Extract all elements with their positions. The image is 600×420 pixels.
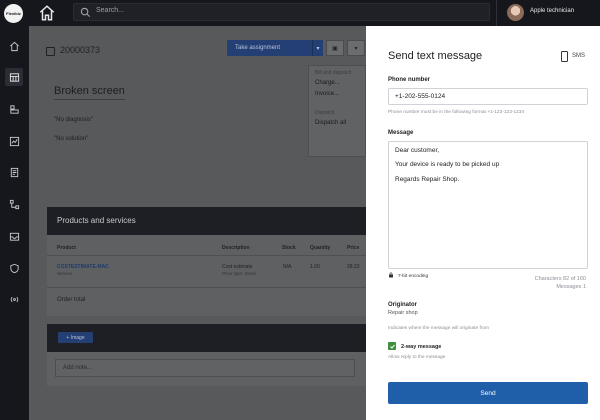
row-divider: [47, 287, 366, 288]
print-button[interactable]: ▣: [326, 40, 344, 56]
search-input[interactable]: Search...: [96, 7, 124, 14]
more-button[interactable]: ▾: [347, 40, 365, 56]
product-description-sub: Price type: Stock: [222, 271, 256, 276]
inbox-icon: [9, 232, 19, 241]
app-logo-text: Flexibiz: [6, 11, 21, 16]
product-sub: Service: [57, 271, 73, 276]
send-label: Send: [480, 389, 496, 397]
add-image-button[interactable]: + Image: [58, 332, 93, 343]
order-total-label: Order total: [57, 297, 86, 303]
sidebar-item-inventory[interactable]: [5, 100, 23, 118]
dropdown-item-invoice[interactable]: Invoice...: [315, 91, 339, 97]
add-image-label: + Image: [66, 334, 85, 341]
send-button[interactable]: Send: [388, 382, 588, 404]
products-section: Products and services Product Descriptio…: [47, 207, 366, 316]
column-header-price: Price: [347, 245, 360, 251]
boxes-icon: [9, 104, 19, 114]
dropdown-header: Bill and dispatch: [315, 70, 352, 76]
phone-field[interactable]: +1-202-555-0124: [388, 88, 588, 105]
sidebar: [0, 26, 29, 420]
product-price[interactable]: 28.23: [347, 264, 360, 270]
user-divider: [496, 0, 497, 26]
sidebar-item-tickets[interactable]: [5, 68, 23, 86]
sidebar-item-workflow[interactable]: [5, 195, 23, 213]
user-name[interactable]: Apple technician: [530, 8, 574, 14]
solution-text: "No solution": [54, 136, 89, 142]
two-way-hint: Allow reply to the message: [388, 355, 446, 360]
shield-icon: [9, 263, 19, 273]
grid-icon: [9, 72, 19, 82]
product-stock: N/A: [283, 264, 292, 270]
chevron-down-icon: ▾: [354, 45, 358, 52]
printer-icon: ▣: [332, 45, 338, 52]
row-divider: [47, 255, 366, 256]
message-line: Your device is ready to be picked up: [395, 161, 500, 168]
broadcast-icon: [10, 296, 18, 302]
note-input[interactable]: Add note...: [55, 359, 355, 377]
originator-hint: Indicates where the message will origina…: [388, 326, 490, 331]
message-count: Messages 1: [556, 284, 586, 290]
column-header-quantity: Quantity: [310, 245, 331, 251]
two-way-label: 2-way message: [401, 344, 442, 350]
products-header: Products and services: [47, 207, 366, 235]
panel-title: Send text message: [388, 50, 483, 62]
actions-dropdown: Bill and dispatch Charge... Invoice... D…: [308, 65, 366, 157]
ticket-icon: [46, 47, 55, 56]
diagnosis-text: "No diagnosis": [54, 117, 93, 123]
take-assignment-button[interactable]: Take assignment: [227, 40, 312, 56]
sidebar-item-reports[interactable]: [5, 132, 23, 150]
chart-icon: [9, 136, 19, 146]
app-logo[interactable]: Flexibiz: [4, 4, 23, 23]
home-icon: [9, 41, 19, 51]
channel-label: SMS: [572, 53, 586, 59]
ticket-view: 20000373 Take assignment ▾ ▣ ▾ Bill and …: [29, 26, 366, 420]
character-count: Characters 82 of 160: [534, 276, 586, 282]
take-assignment-label: Take assignment: [235, 45, 281, 51]
search-box[interactable]: Search...: [73, 3, 490, 21]
originator-label: Originator: [388, 302, 418, 308]
phone-icon: [561, 51, 568, 62]
sidebar-item-security[interactable]: [5, 259, 23, 277]
message-label: Message: [388, 130, 414, 136]
top-bar: Flexibiz Search... Apple technician: [0, 0, 600, 26]
sidebar-item-inbox[interactable]: [5, 227, 23, 245]
column-header-stock: Stock: [282, 245, 296, 251]
column-header-product: Product: [57, 245, 76, 251]
notes-section: + Image Add note...: [47, 324, 366, 386]
document-icon: [10, 167, 18, 177]
column-header-description: Description: [222, 245, 250, 251]
message-textarea[interactable]: Dear customer, Your device is ready to b…: [388, 141, 588, 269]
send-text-panel: Send text message SMS Phone number +1-20…: [366, 26, 600, 420]
encoding-label: 7-bit encoding: [398, 274, 429, 279]
flow-icon: [9, 199, 19, 209]
phone-hint: Phone number must be in the following fo…: [388, 110, 525, 115]
message-line: Dear customer,: [395, 147, 440, 154]
dropdown-section: Dispatch: [315, 110, 335, 116]
notes-header: + Image: [47, 324, 366, 352]
message-line: Regards Repair Shop.: [395, 176, 460, 183]
originator-value[interactable]: Repair shop: [388, 310, 418, 316]
phone-label: Phone number: [388, 77, 431, 83]
product-quantity[interactable]: 1.00: [310, 264, 320, 270]
note-placeholder: Add note...: [63, 365, 93, 371]
checkmark-icon: [389, 344, 395, 349]
sidebar-item-broadcast[interactable]: [5, 290, 23, 308]
products-title: Products and services: [57, 216, 136, 225]
lock-icon: [389, 272, 393, 278]
dropdown-item-charge[interactable]: Charge...: [315, 80, 340, 86]
two-way-checkbox[interactable]: [388, 342, 396, 350]
home-icon[interactable]: [38, 4, 56, 22]
take-assignment-menu-button[interactable]: ▾: [312, 40, 323, 56]
dropdown-item-dispatch[interactable]: Dispatch all: [315, 120, 346, 126]
search-icon: [80, 7, 91, 18]
product-description: Cost estimate: [222, 264, 253, 270]
sidebar-item-home[interactable]: [5, 37, 23, 55]
sidebar-item-documents[interactable]: [5, 163, 23, 181]
product-link[interactable]: COSTESTIMATE-MAC: [57, 264, 109, 270]
avatar[interactable]: [507, 4, 524, 21]
ticket-id: 20000373: [60, 45, 101, 55]
device-title: Broken screen: [54, 85, 125, 100]
phone-value: +1-202-555-0124: [395, 93, 446, 100]
